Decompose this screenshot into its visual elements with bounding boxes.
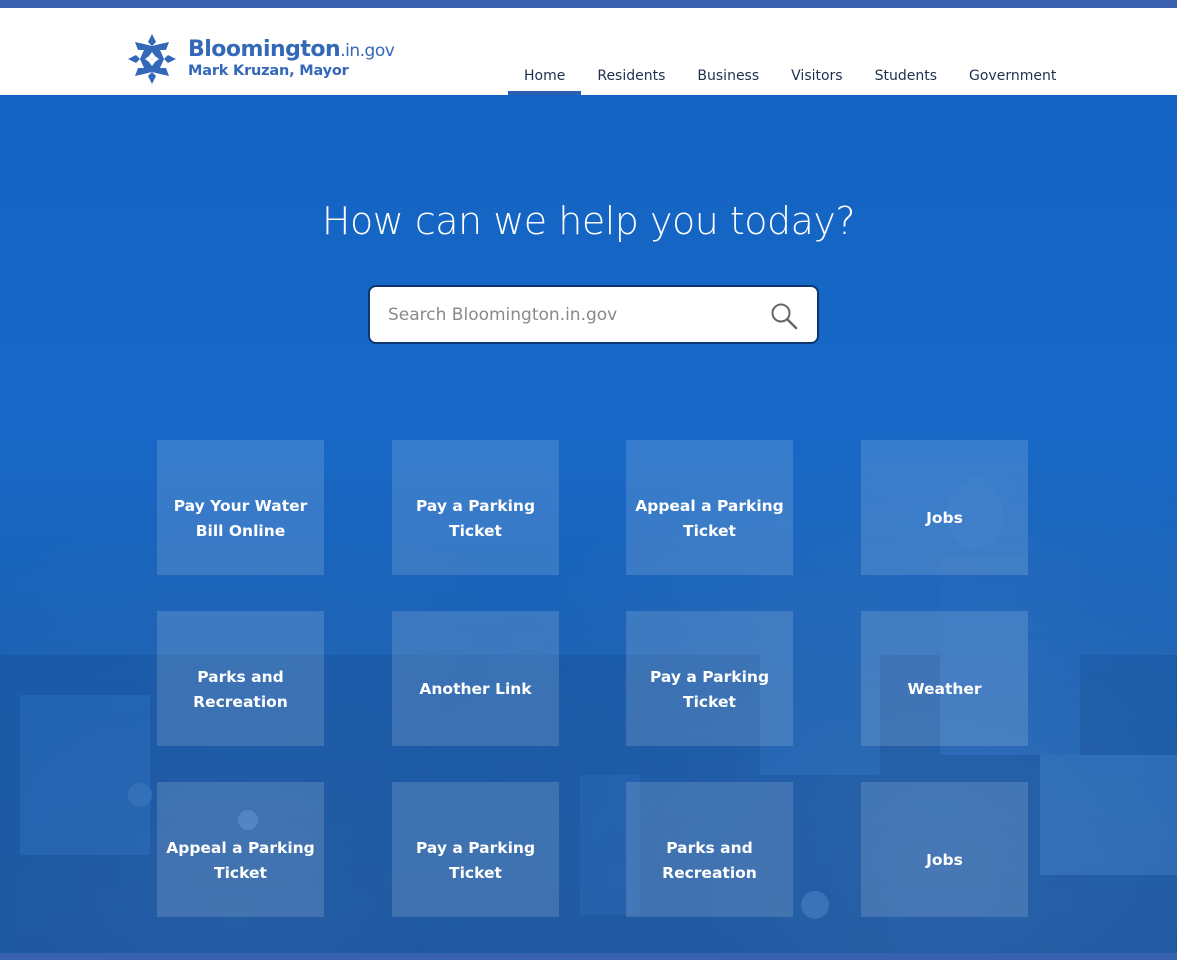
nav-government[interactable]: Government	[953, 64, 1072, 95]
logo-title: Bloomington.in.gov	[188, 37, 395, 62]
nav-business[interactable]: Business	[681, 64, 775, 95]
bottom-stripe	[0, 953, 1177, 960]
hero-section: How can we help you today? Pay Your Wate…	[0, 95, 1177, 953]
nav-home[interactable]: Home	[508, 64, 582, 95]
tile-pay-parking-ticket[interactable]: Pay a Parking Ticket	[392, 782, 559, 917]
tile-parks-recreation[interactable]: Parks and Recreation	[626, 782, 793, 917]
site-logo[interactable]: Bloomington.in.gov Mark Kruzan, Mayor	[126, 32, 395, 86]
tile-appeal-parking-ticket[interactable]: Appeal a Parking Ticket	[626, 440, 793, 575]
tile-pay-parking-ticket[interactable]: Pay a Parking Ticket	[626, 611, 793, 746]
tile-jobs[interactable]: Jobs	[861, 782, 1028, 917]
top-stripe	[0, 0, 1177, 8]
logo-subtitle: Mark Kruzan, Mayor	[188, 63, 349, 79]
star-logo-icon	[128, 34, 176, 84]
main-nav: Home Residents Business Visitors Student…	[508, 64, 1072, 95]
nav-students[interactable]: Students	[859, 64, 953, 95]
search-icon[interactable]	[769, 301, 799, 331]
tile-another-link[interactable]: Another Link	[392, 611, 559, 746]
hero-title: How can we help you today?	[321, 199, 856, 243]
search-input[interactable]	[388, 299, 748, 331]
tile-pay-water-bill[interactable]: Pay Your Water Bill Online	[157, 440, 324, 575]
tile-appeal-parking-ticket[interactable]: Appeal a Parking Ticket	[157, 782, 324, 917]
search-box	[368, 285, 819, 344]
tile-weather[interactable]: Weather	[861, 611, 1028, 746]
tile-jobs[interactable]: Jobs	[861, 440, 1028, 575]
nav-visitors[interactable]: Visitors	[775, 64, 858, 95]
tile-pay-parking-ticket[interactable]: Pay a Parking Ticket	[392, 440, 559, 575]
nav-residents[interactable]: Residents	[581, 64, 681, 95]
tile-parks-recreation[interactable]: Parks and Recreation	[157, 611, 324, 746]
site-header: Bloomington.in.gov Mark Kruzan, Mayor Ho…	[0, 8, 1177, 95]
